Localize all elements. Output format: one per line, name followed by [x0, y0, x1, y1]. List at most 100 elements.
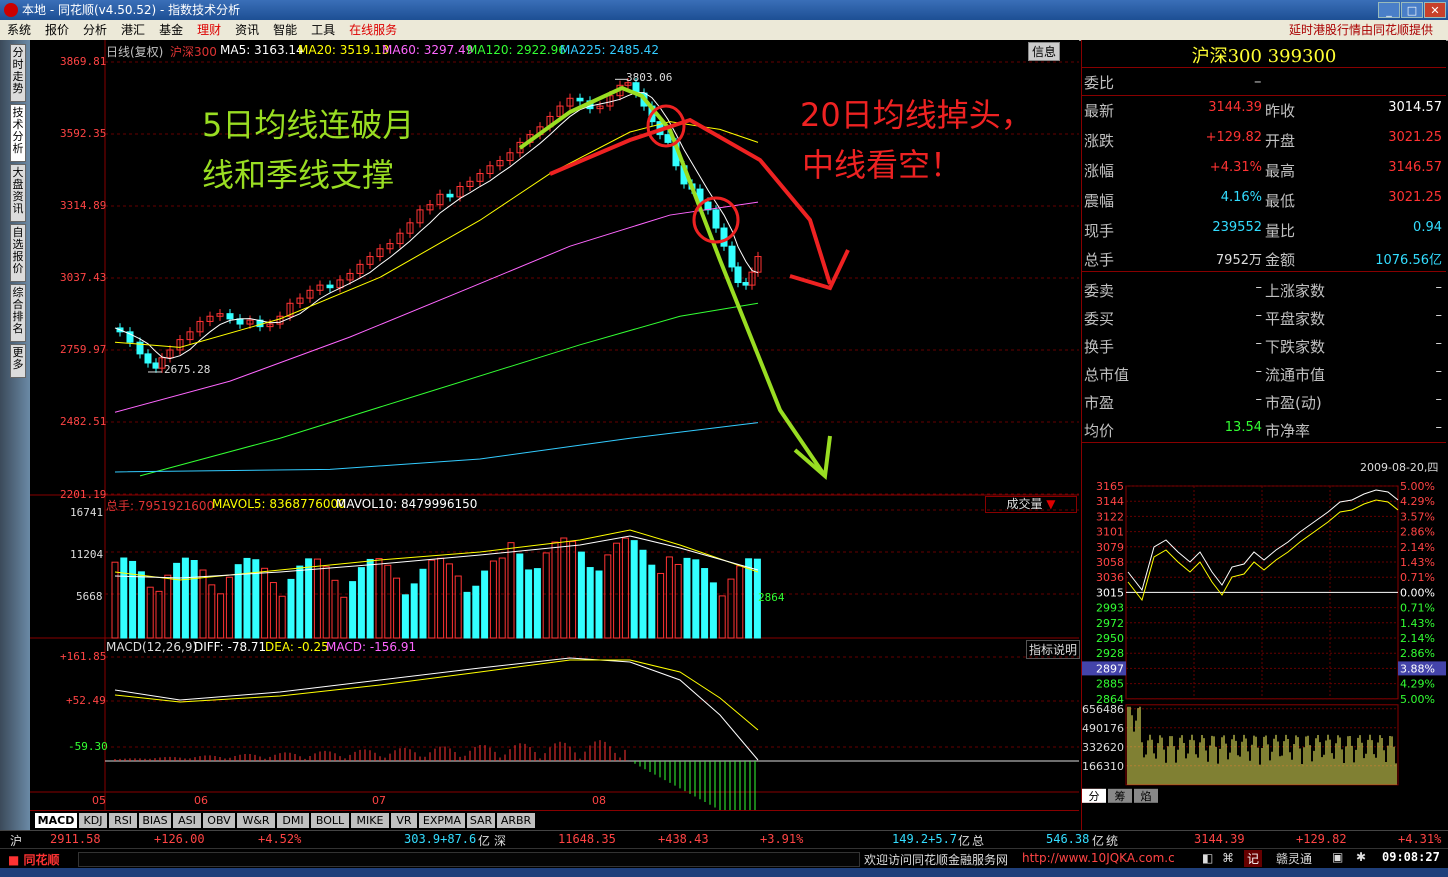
left-tab-more[interactable]: 更多 — [10, 344, 26, 378]
candle-body — [742, 282, 750, 286]
main-chart-area[interactable]: 日线(复权) 沪深300 MA5: 3163.14 MA20: 3519.13 … — [30, 40, 1081, 810]
volume-bar — [349, 581, 357, 639]
intraday-price-tick: 2950 — [1096, 632, 1124, 645]
indicator-tab-boll[interactable]: BOLL — [311, 813, 349, 828]
menu-hk[interactable]: 港汇 — [114, 20, 152, 40]
indicator-tabs: MACD KDJ RSI BIAS ASI OBV W&R DMI BOLL MIKE VR EXPM… — [30, 810, 1079, 829]
window-icon[interactable]: ▣ — [1332, 850, 1343, 864]
volume-bar — [542, 552, 550, 639]
intraday-pct-tick: 2.86% — [1400, 526, 1435, 539]
menu-analysis[interactable]: 分析 — [76, 20, 114, 40]
indicator-tab-wr[interactable]: W&R — [237, 813, 275, 828]
intraday-pct-tick: 5.00% — [1400, 693, 1435, 706]
intraday-pct-tick: 0.71% — [1400, 602, 1435, 615]
quote-value: +129.82 — [1205, 130, 1262, 145]
indicator-tab-vr[interactable]: VR — [391, 813, 417, 828]
ganlingtong-button[interactable]: 赣灵通 — [1276, 850, 1312, 867]
indicator-tab-expma[interactable]: EXPMA — [419, 813, 465, 828]
left-tab-watchlist[interactable]: 自选报价 — [10, 224, 26, 282]
settings-icon[interactable]: ✱ — [1356, 850, 1366, 864]
intraday-pct-tick: 0.00% — [1400, 586, 1435, 599]
left-tab-market-news[interactable]: 大盘资讯 — [10, 164, 26, 222]
ma20-label: MA20: 3519.13 — [298, 43, 390, 57]
volume-bar — [173, 562, 181, 639]
hs-percent: +4.31% — [1398, 832, 1442, 846]
welcome-text: 欢迎访问同花顺金融服务网 — [864, 853, 1009, 867]
candle-body — [728, 245, 736, 268]
menu-smart[interactable]: 智能 — [266, 20, 304, 40]
intraday-chart[interactable]: 3165 5.00% 3144 4.29% 3122 3.57% 3101 2.86% 3079… — [1082, 472, 1446, 832]
indicator-tab-arbr[interactable]: ARBR — [497, 813, 535, 828]
indicator-tab-macd[interactable]: MACD — [35, 813, 77, 828]
info-button[interactable]: 信息 — [1028, 42, 1061, 61]
left-tab-ranking[interactable]: 综合排名 — [10, 284, 26, 342]
dea-line — [114, 659, 759, 731]
annotation-right-line1: 20日均线掉头， — [800, 96, 1033, 134]
macd-tick: +52.49 — [66, 694, 106, 707]
indicator-tab-asi[interactable]: ASI — [173, 813, 201, 828]
sz-label: 深 — [494, 834, 507, 848]
indicator-tab-rsi[interactable]: RSI — [109, 813, 137, 828]
intraday-tab-label: 焰 — [1141, 789, 1152, 803]
indicator-selector[interactable]: 成交量 ▼ — [985, 496, 1077, 513]
quote-label: 总手 — [1084, 251, 1115, 269]
menu-online[interactable]: 在线服务 — [342, 20, 404, 40]
sh-label: 沪 — [10, 834, 23, 848]
volume-tick: 11204 — [70, 548, 104, 561]
welcome-link[interactable]: http://www.10JQKA.com.c — [1022, 851, 1175, 865]
ma5-label: MA5: 3163.14 — [220, 43, 304, 57]
chart-header: 日线(复权) — [106, 45, 164, 59]
quote-label: 量比 — [1265, 222, 1296, 240]
menu-notice[interactable]: 延时港股行情由同花顺提供 — [1282, 20, 1440, 40]
volume-bar — [516, 553, 524, 639]
volume-bar — [481, 570, 489, 639]
quote-panel: 沪深300 399300 委比 – 最新 3144.39 昨收 3014.57 涨跌 +1… — [1081, 40, 1446, 830]
indicator-tab-obv[interactable]: OBV — [203, 813, 235, 828]
menu-quote[interactable]: 报价 — [38, 20, 76, 40]
indicator-tab-bias[interactable]: BIAS — [139, 813, 171, 828]
intraday-pct-tick: 2.14% — [1400, 632, 1435, 645]
volume-bar — [533, 568, 541, 639]
speaker-icon[interactable]: ◧ — [1202, 851, 1213, 865]
quote-value: 3021.25 — [1388, 190, 1442, 205]
intraday-pct-tick: 1.43% — [1400, 617, 1435, 630]
close-button[interactable]: ✕ — [1424, 2, 1446, 18]
price-tick: 2482.51 — [60, 415, 107, 428]
note-button[interactable]: 记 — [1244, 850, 1263, 867]
quote-label: 平盘家数 — [1265, 310, 1326, 328]
indicator-tab-kdj[interactable]: KDJ — [79, 813, 107, 828]
intraday-pct-tick: 0.71% — [1400, 571, 1435, 584]
indicator-tab-dmi[interactable]: DMI — [277, 813, 309, 828]
volume-bar — [428, 559, 436, 639]
price-tick: 3037.43 — [60, 271, 107, 284]
link-icon[interactable]: ⌘ — [1222, 851, 1234, 865]
indicator-help-button[interactable]: 指标说明 — [1026, 640, 1081, 659]
volume-bar — [489, 560, 497, 639]
menu-system[interactable]: 系统 — [0, 20, 38, 40]
menu-tools[interactable]: 工具 — [304, 20, 342, 40]
intraday-vol-tick: 166310 — [1082, 760, 1124, 773]
volume-bar — [560, 537, 568, 639]
left-tab-intraday[interactable]: 分时走势 — [10, 44, 26, 102]
volume-bar — [463, 591, 471, 639]
volume-bar — [454, 575, 462, 639]
minimize-button[interactable]: _ — [1378, 2, 1400, 18]
indicator-tab-sar[interactable]: SAR — [467, 813, 495, 828]
mavol10-line — [114, 535, 759, 579]
quote-value: – — [1435, 308, 1443, 323]
quote-label: 最高 — [1265, 162, 1296, 180]
candle-body — [720, 227, 728, 247]
quote-label: 换手 — [1084, 338, 1115, 356]
menu-fund[interactable]: 基金 — [152, 20, 190, 40]
x-label: 07 — [372, 794, 386, 807]
maximize-button[interactable]: □ — [1401, 2, 1423, 18]
volume-bar — [507, 542, 515, 639]
intraday-price-tick: 3015 — [1096, 586, 1124, 599]
volume-bar — [498, 557, 506, 639]
volume-bar — [155, 590, 163, 639]
indicator-tab-mike[interactable]: MIKE — [351, 813, 389, 828]
candle-body — [734, 266, 742, 284]
menu-finance[interactable]: 理财 — [190, 20, 228, 40]
menu-news[interactable]: 资讯 — [228, 20, 266, 40]
left-tab-technical[interactable]: 技术分析 — [10, 104, 26, 162]
